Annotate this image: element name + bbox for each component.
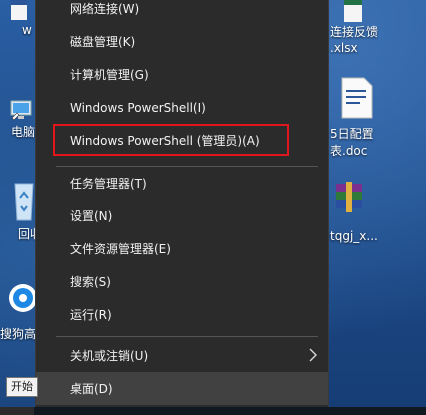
start-tooltip: 开始 [6,377,38,397]
menu-item-label: 搜索(S) [70,275,111,289]
computer-icon[interactable] [10,100,34,122]
menu-item-label: 磁盘管理(K) [70,35,136,49]
menu-item-disk-management[interactable]: 磁盘管理(K) [36,25,328,58]
menu-item-run[interactable]: 运行(R) [36,298,328,331]
menu-item-desktop[interactable]: 桌面(D) [36,372,328,405]
menu-item-computer-management[interactable]: 计算机管理(G) [36,58,328,91]
menu-item-settings[interactable]: 设置(N) [36,199,328,232]
start-context-menu: 网络连接(W) 磁盘管理(K) 计算机管理(G) Windows PowerSh… [35,0,329,415]
desktop-icon-label: w [22,23,32,37]
menu-item-label: 设置(N) [70,209,113,223]
desktop-icon-label: 连接反馈 [330,25,379,39]
menu-item-label: 计算机管理(G) [70,68,149,82]
menu-item-search[interactable]: 搜索(S) [36,265,328,298]
desktop-icon-label: tqgj_x... [330,229,378,243]
highlight-box [53,124,289,156]
word-file-icon[interactable] [338,76,374,120]
menu-item-label: 网络连接(W) [70,2,140,16]
menu-item-file-explorer[interactable]: 文件资源管理器(E) [36,232,328,265]
start-button[interactable] [0,407,34,415]
sogou-browser-icon[interactable] [8,278,38,322]
menu-item-label: 关机或注销(U) [70,349,149,363]
excel-file-icon[interactable] [338,0,368,24]
desktop-icon-label: 5日配置 [330,127,374,141]
menu-item-label: 任务管理器(T) [70,177,147,191]
taskbar [0,407,426,415]
menu-item-network-connections[interactable]: 网络连接(W) [36,0,328,25]
recycle-bin-icon[interactable] [12,180,36,222]
menu-item-powershell[interactable]: Windows PowerShell(I) [36,91,328,124]
desktop-icon-label: .xlsx [330,41,358,55]
word-doc-icon[interactable] [8,0,30,22]
menu-item-label: 桌面(D) [70,382,113,396]
menu-item-shutdown-signout[interactable]: 关机或注销(U) [36,339,328,372]
menu-separator [56,336,318,337]
menu-item-label: 文件资源管理器(E) [70,242,171,256]
menu-item-label: 运行(R) [70,308,112,322]
archive-file-icon[interactable] [334,180,364,214]
menu-item-label: Windows PowerShell(I) [70,100,206,115]
desktop-icon-label: 电脑 [11,125,36,139]
chevron-right-icon [309,348,317,362]
desktop-icon-label: 搜狗高 [0,327,37,341]
desktop-icon-label: 表.doc [330,144,368,158]
menu-item-task-manager[interactable]: 任务管理器(T) [36,167,328,200]
